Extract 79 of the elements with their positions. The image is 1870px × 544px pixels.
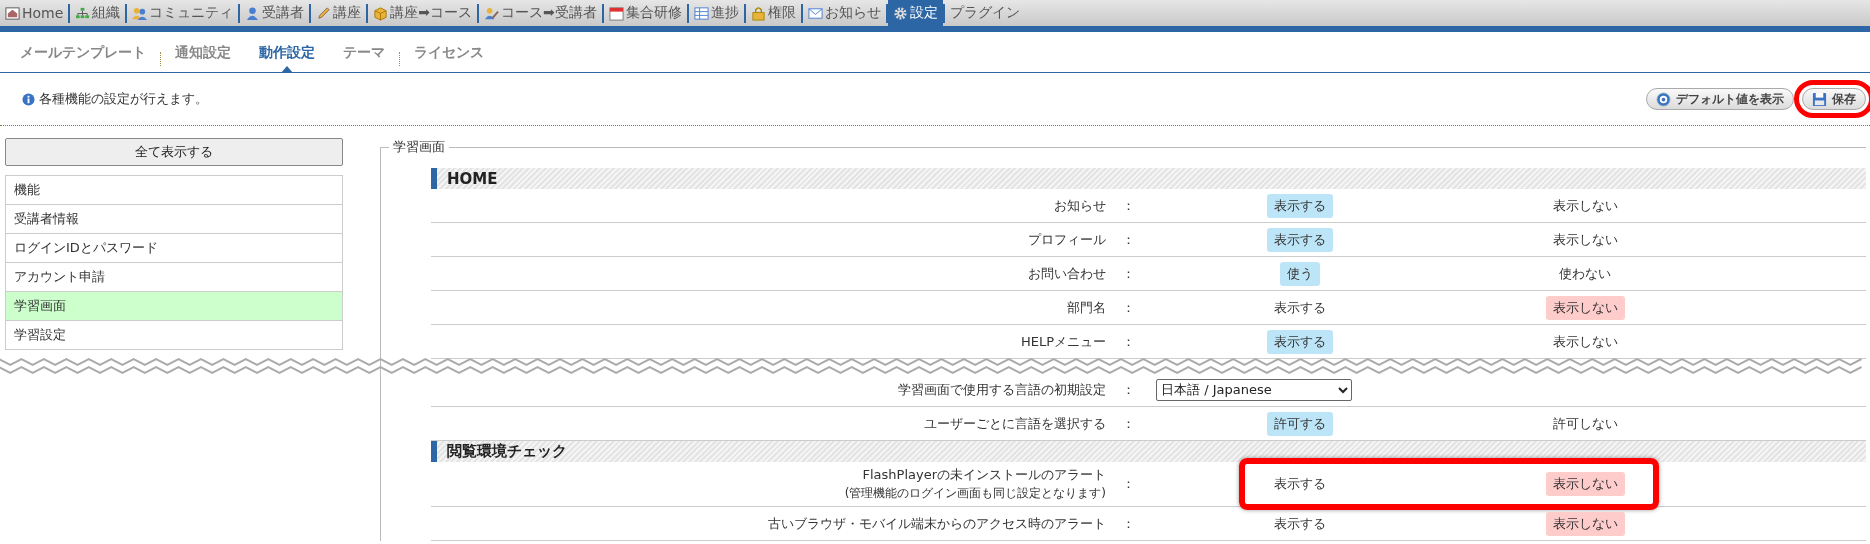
option-toggle[interactable]: 表示しない: [1545, 329, 1625, 354]
option-toggle[interactable]: 表示する: [1267, 193, 1333, 218]
envelope-icon: [807, 5, 823, 21]
nav-tab[interactable]: 権限: [745, 0, 801, 26]
setting-label: お知らせ: [1054, 196, 1106, 215]
option-toggle[interactable]: 許可しない: [1545, 411, 1625, 436]
nav-tab[interactable]: 組織: [70, 0, 126, 26]
setting-label: プロフィール: [1028, 230, 1106, 249]
sub-tab[interactable]: メールテンプレート: [6, 44, 160, 72]
option-toggle[interactable]: 表示する: [1267, 227, 1333, 252]
sidebar-item[interactable]: 機能: [6, 176, 342, 205]
nav-tab[interactable]: プラグイン: [944, 0, 1025, 26]
option-toggle[interactable]: 使わない: [1552, 261, 1618, 286]
nav-tab[interactable]: コミュニティ: [127, 0, 239, 26]
nav-tab[interactable]: お知らせ: [802, 0, 886, 26]
info-icon: [22, 92, 35, 106]
language-select[interactable]: 日本語 / Japanese: [1156, 378, 1352, 401]
colon-text: ：: [1120, 380, 1136, 399]
setting-label: HELPメニュー: [1020, 332, 1106, 351]
colon-text: ：: [1120, 475, 1136, 493]
nav-tab[interactable]: 受講者: [240, 0, 310, 26]
option-toggle[interactable]: 表示しない: [1545, 511, 1625, 536]
option-toggle[interactable]: 表示する: [1267, 511, 1333, 536]
colon-text: ：: [1120, 298, 1136, 317]
pencil-icon: [316, 5, 332, 21]
sidebar-item[interactable]: 受講者情報: [6, 205, 342, 234]
sub-tab[interactable]: 動作設定: [245, 44, 329, 72]
setting-label: 古いブラウザ・モバイル端末からのアクセス時のアラート: [768, 514, 1106, 533]
home-icon: [5, 5, 20, 21]
nav-tab[interactable]: 集合研修: [603, 0, 687, 26]
person-icon: [245, 5, 261, 21]
option-toggle[interactable]: 表示する: [1267, 295, 1333, 320]
setting-label: FlashPlayerの未インストールのアラート: [862, 466, 1106, 484]
default-values-button[interactable]: デフォルト値を表示: [1646, 88, 1794, 110]
nav-tab[interactable]: 進捗: [688, 0, 744, 26]
option-toggle[interactable]: 表示する: [1267, 329, 1333, 354]
sub-tab[interactable]: ライセンス: [400, 44, 498, 72]
setting-label: 学習画面で使用する言語の初期設定: [898, 380, 1106, 399]
box-icon: [373, 5, 389, 21]
sidebar-item[interactable]: 学習画面: [6, 292, 342, 321]
nav-tab[interactable]: 講座➡コース: [368, 0, 478, 26]
person-pencil-icon: [484, 5, 500, 21]
setting-label: 部門名: [1067, 298, 1106, 317]
nav-tab[interactable]: コース➡受講者: [479, 0, 602, 26]
nav-tab[interactable]: Home: [0, 0, 69, 26]
option-toggle[interactable]: 表示しない: [1545, 295, 1625, 320]
lock-icon: [750, 5, 766, 21]
help-icon: [1656, 91, 1671, 107]
panel-legend: 学習画面: [389, 138, 449, 156]
sub-tab[interactable]: 通知設定: [161, 44, 245, 72]
colon-text: ：: [1120, 230, 1136, 249]
setting-note: (管理機能のログイン画面も同じ設定となります): [844, 485, 1106, 502]
gear-icon: [892, 5, 908, 21]
option-toggle[interactable]: 表示しない: [1545, 227, 1625, 252]
setting-label: お問い合わせ: [1028, 264, 1106, 283]
sub-tab[interactable]: テーマ: [329, 44, 399, 72]
colon-text: ：: [1120, 514, 1136, 533]
option-toggle[interactable]: 使う: [1280, 261, 1320, 286]
section-heading: 閲覧環境チェック: [431, 441, 1866, 462]
info-text: 各種機能の設定が行えます。: [39, 90, 208, 108]
colon-text: ：: [1120, 332, 1136, 351]
option-toggle[interactable]: 許可する: [1267, 411, 1333, 436]
option-toggle[interactable]: 表示する: [1267, 472, 1333, 496]
nav-tab[interactable]: 講座: [311, 0, 367, 26]
calendar-icon: [608, 5, 624, 21]
colon-text: ：: [1120, 264, 1136, 283]
colon-text: ：: [1120, 196, 1136, 215]
option-toggle[interactable]: 表示しない: [1545, 193, 1625, 218]
sidebar-item[interactable]: ログインIDとパスワード: [6, 234, 342, 263]
sidebar-item[interactable]: 学習設定: [6, 321, 342, 350]
people-icon: [132, 5, 148, 21]
option-toggle[interactable]: 表示しない: [1545, 472, 1625, 496]
nav-tab[interactable]: 設定: [887, 0, 943, 26]
org-chart-icon: [75, 5, 91, 21]
table-icon: [693, 5, 709, 21]
section-heading: HOME: [431, 168, 1866, 189]
show-all-button[interactable]: 全て表示する: [5, 138, 343, 166]
setting-label: ユーザーごとに言語を選択する: [924, 414, 1106, 433]
colon-text: ：: [1120, 414, 1136, 433]
